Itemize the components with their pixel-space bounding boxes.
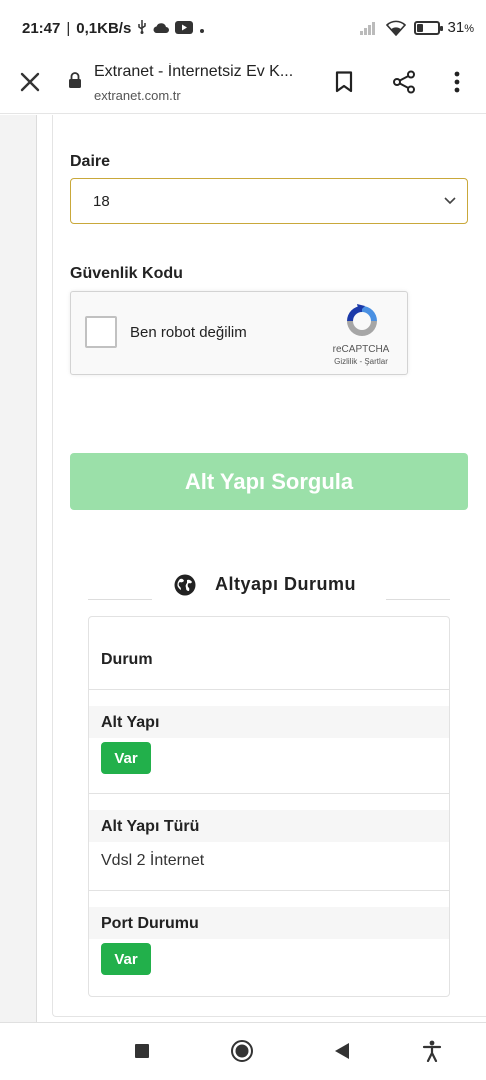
wifi-icon (385, 20, 406, 36)
divider-left (88, 599, 152, 600)
recaptcha-widget: Ben robot değilim reCAPTCHA Gizlilik - Ş… (70, 291, 408, 375)
page-title[interactable]: Extranet - İnternetsiz Ev K... (94, 63, 314, 81)
close-icon (20, 72, 40, 92)
bookmark-button[interactable] (328, 66, 360, 98)
status-badge: Var (101, 943, 151, 975)
back-triangle-icon (335, 1043, 349, 1059)
row-value: Vdsl 2 İnternet (101, 852, 205, 869)
more-vert-icon (454, 71, 460, 93)
share-button[interactable] (388, 66, 420, 98)
bookmark-icon (335, 71, 353, 93)
battery-fill (416, 23, 423, 32)
youtube-icon (175, 20, 194, 37)
share-icon (393, 70, 415, 94)
status-row: Alt Yapı Var (89, 690, 449, 794)
daire-select[interactable]: 18 (70, 178, 468, 224)
daire-select-value: 18 (93, 193, 110, 210)
close-button[interactable] (14, 66, 46, 98)
row-label: Port Durumu (101, 915, 199, 932)
status-badge: Var (101, 742, 151, 774)
divider-right (386, 599, 450, 600)
battery-icon (413, 20, 443, 35)
status-left: 21:47 | 0,1KB/s (22, 20, 205, 37)
daire-label: Daire (70, 153, 111, 170)
web-page: Daire 18 Güvenlik Kodu Ben robot değilim… (0, 115, 486, 1022)
home-button[interactable] (230, 1039, 254, 1063)
battery-percent: 31% (447, 19, 474, 36)
clock: 21:47 (22, 20, 61, 37)
battery-percent-value: 31 (447, 19, 465, 36)
accessibility-icon (422, 1040, 442, 1062)
signal-icon (359, 21, 378, 35)
status-header-label: Durum (101, 651, 153, 668)
row-label: Alt Yapı Türü (101, 818, 200, 835)
status-separator: | (66, 20, 71, 37)
status-table-header: Durum (89, 617, 449, 690)
recaptcha-logo-icon (347, 304, 377, 336)
dot-icon (199, 21, 205, 37)
row-label: Alt Yapı (101, 714, 160, 731)
chevron-down-icon (444, 197, 456, 205)
recents-button[interactable] (130, 1039, 154, 1063)
recaptcha-brand: reCAPTCHA (332, 344, 390, 355)
accessibility-button[interactable] (420, 1039, 444, 1063)
system-nav-bar (0, 1022, 486, 1080)
cloud-icon (153, 21, 170, 37)
status-row: Alt Yapı Türü Vdsl 2 İnternet (89, 794, 449, 891)
browser-toolbar: Extranet - İnternetsiz Ev K... extranet.… (0, 58, 486, 114)
square-icon (135, 1044, 149, 1058)
system-status-bar: 21:47 | 0,1KB/s 31% (0, 0, 486, 58)
globe-icon (174, 574, 196, 596)
status-right: 31% (359, 19, 474, 36)
back-button[interactable] (330, 1039, 354, 1063)
captcha-label: Ben robot değilim (130, 324, 247, 341)
usb-icon (137, 20, 147, 37)
recaptcha-terms-link[interactable]: Gizlilik - Şartlar (329, 357, 393, 366)
section-title: Altyapı Durumu (215, 574, 357, 594)
section-header: Altyapı Durumu (88, 570, 450, 600)
more-options-button[interactable] (441, 66, 473, 98)
home-circle-icon (231, 1040, 253, 1062)
status-row: Port Durumu Var (89, 891, 449, 996)
net-speed: 0,1KB/s (76, 20, 132, 37)
alt-yapi-sorgula-button[interactable]: Alt Yapı Sorgula (70, 453, 468, 510)
lock-icon (69, 72, 81, 88)
page-url[interactable]: extranet.com.tr (94, 88, 181, 103)
status-table: Durum Alt Yapı Var Alt Yapı Türü Vdsl 2 … (88, 616, 450, 997)
security-code-label: Güvenlik Kodu (70, 265, 183, 282)
captcha-checkbox[interactable] (85, 316, 117, 348)
